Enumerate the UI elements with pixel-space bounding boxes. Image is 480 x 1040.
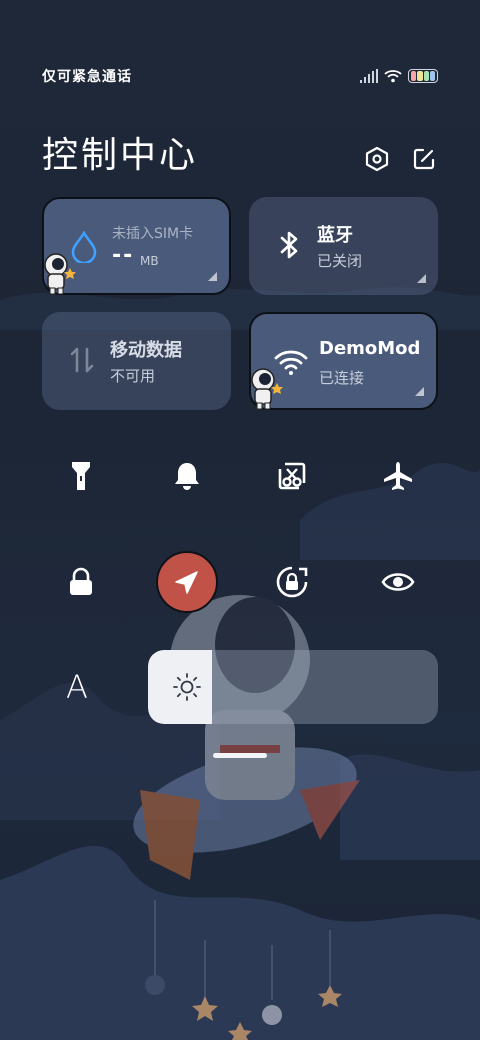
edit-icon [413,148,435,170]
lock-icon [70,567,92,595]
edit-button[interactable] [410,145,438,173]
sound-toggle[interactable] [160,449,214,503]
bluetooth-tile[interactable]: 蓝牙 已关闭 [249,197,438,295]
sim-status-label: 未插入SIM卡 [112,226,194,242]
flashlight-icon [72,462,90,490]
settings-hexagon-icon [365,146,389,172]
lock-screen-toggle[interactable] [54,555,108,609]
astronaut-mascot-icon [44,253,76,295]
expand-corner-icon [208,272,217,281]
data-usage-value: -- [112,243,135,268]
rotation-lock-toggle[interactable] [265,555,319,609]
mobile-data-arrows-icon [64,342,100,378]
flashlight-toggle[interactable] [54,449,108,503]
brightness-slider[interactable] [148,650,438,724]
expand-corner-icon [417,274,426,283]
mobile-data-status: 不可用 [110,367,156,385]
page-title: 控制中心 [42,135,199,176]
location-icon [175,571,198,594]
wifi-status: 已连接 [319,369,365,387]
battery-icon [408,69,438,83]
reading-mode-toggle[interactable] [371,555,425,609]
astronaut-mascot-icon [251,368,283,410]
eye-icon [381,573,415,591]
location-toggle[interactable] [156,551,218,613]
signal-icon [360,69,378,83]
bell-icon [175,463,199,490]
wifi-network-name: DemoMode [319,338,419,359]
font-size-button[interactable]: A [66,668,88,706]
airplane-icon [384,462,412,490]
data-usage-unit: MB [140,254,159,268]
screenshot-icon [278,462,306,490]
status-icons [360,68,438,84]
mobile-data-label: 移动数据 [110,340,182,361]
bluetooth-label: 蓝牙 [317,225,353,246]
status-bar: 仅可紧急通话 [42,66,442,88]
rotation-lock-icon [276,566,308,598]
bluetooth-icon [271,227,307,263]
settings-button[interactable] [363,145,391,173]
drag-handle[interactable] [213,753,267,758]
mobile-data-tile[interactable]: 移动数据 不可用 [42,312,231,410]
brightness-sun-icon [173,673,201,701]
airplane-mode-toggle[interactable] [371,449,425,503]
wifi-status-icon [384,70,402,83]
expand-corner-icon [415,387,424,396]
bluetooth-status: 已关闭 [317,252,363,270]
screenshot-toggle[interactable] [265,449,319,503]
carrier-text: 仅可紧急通话 [42,69,132,85]
